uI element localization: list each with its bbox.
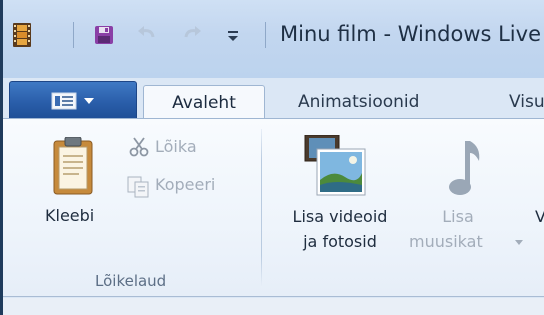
content-area [3,298,544,315]
cut-button[interactable]: Lõika [155,135,197,158]
video-photo-icon [304,135,366,196]
app-menu-icon [51,92,77,109]
redo-icon[interactable] [181,24,203,46]
title-separator [265,22,266,48]
app-menu-button[interactable] [9,81,137,119]
copy-icon [127,176,149,198]
cutoff-ribbon-label: V [535,205,544,228]
tab-visual-effects[interactable]: Visu [509,85,544,119]
tab-avaleht[interactable]: Avaleht [143,85,265,119]
add-videos-photos-label-line1: Lisa videoid [292,207,388,226]
copy-button[interactable]: Kopeeri [155,173,215,196]
undo-icon[interactable] [136,24,158,46]
clipboard-paste-icon [53,137,93,195]
group-separator [261,129,262,287]
scissors-icon [129,137,149,157]
add-music-dropdown-icon[interactable] [515,240,523,245]
app-window: Minu film - Windows Live Avaleht Animats… [0,0,544,315]
add-videos-photos-label-line2: ja fotosid [303,232,377,251]
qat-separator [73,22,74,48]
music-note-icon [449,141,480,195]
add-music-label-line2: muusikat [409,232,483,251]
save-icon[interactable] [93,24,115,46]
paste-label[interactable]: Kleebi [45,204,94,227]
film-app-icon[interactable] [11,23,33,47]
title-bar: Minu film - Windows Live [3,0,544,78]
add-music-label-line1: Lisa [442,207,474,226]
window-title: Minu film - Windows Live [280,22,541,46]
chevron-down-icon [84,97,94,104]
tab-animatsioonid[interactable]: Animatsioonid [298,85,419,119]
ribbon-panel: Kleebi Lõika Kopeeri Lõikelaud Lisa vide… [3,118,544,297]
customize-dropdown-icon[interactable] [222,24,244,46]
clipboard-group-label: Lõikelaud [95,272,167,290]
